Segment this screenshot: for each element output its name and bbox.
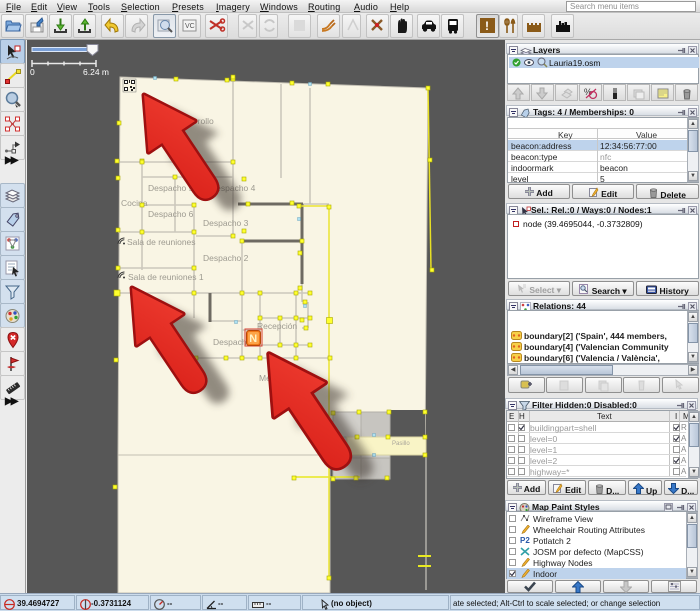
svg-text:Pasillo: Pasillo	[392, 441, 410, 447]
svg-text:Recepción: Recepción	[257, 321, 297, 331]
svg-text:0: 0	[30, 67, 35, 77]
svg-text:Sala de reuniones: Sala de reuniones	[127, 237, 196, 247]
svg-text:!: !	[485, 19, 489, 33]
svg-text:Despacho 2: Despacho 2	[203, 253, 249, 263]
svg-text:Despacho 5: Despacho 5	[148, 183, 194, 193]
svg-text:6.24 m: 6.24 m	[83, 67, 109, 77]
svg-text:Despacho 3: Despacho 3	[203, 218, 249, 228]
svg-text:VC: VC	[185, 23, 195, 30]
svg-text:Sala de reuniones 1: Sala de reuniones 1	[128, 272, 204, 282]
svg-text:Despacho 6: Despacho 6	[148, 209, 194, 219]
svg-text:N: N	[249, 333, 257, 345]
